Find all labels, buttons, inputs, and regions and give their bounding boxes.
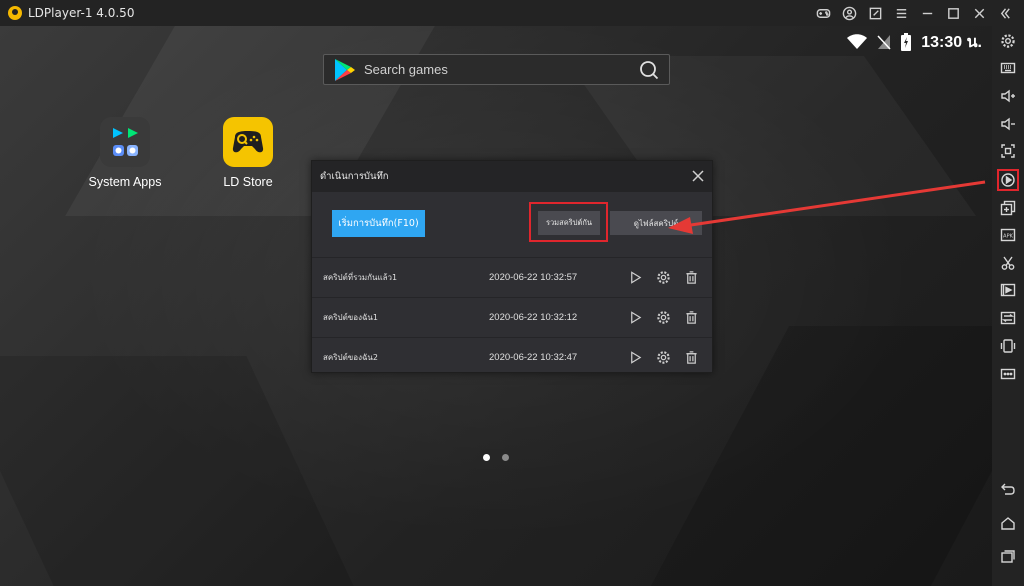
wifi-icon (847, 34, 868, 49)
close-icon[interactable] (966, 0, 992, 26)
back-icon[interactable] (997, 478, 1019, 500)
settings-icon[interactable] (997, 30, 1019, 52)
menu-icon[interactable] (888, 0, 914, 26)
volume-up-icon[interactable] (997, 85, 1019, 107)
ldplayer-logo-icon (8, 6, 22, 20)
status-clock: 13:30 น. (921, 33, 982, 51)
home-icon[interactable] (997, 512, 1019, 534)
merge-scripts-button[interactable]: รวมสคริปต์กัน (538, 211, 600, 235)
fullscreen-icon[interactable] (997, 140, 1019, 162)
trash-icon[interactable] (684, 350, 699, 365)
gear-icon[interactable] (656, 310, 671, 325)
gear-icon[interactable] (656, 350, 671, 365)
start-recording-button[interactable]: เริ่มการบันทึก(F10) (332, 210, 425, 237)
keyboard-icon[interactable] (997, 57, 1019, 79)
window-title: LDPlayer-1 4.0.50 (28, 6, 135, 20)
play-icon[interactable] (628, 310, 643, 325)
app-label: System Apps (88, 175, 162, 189)
more-icon[interactable] (997, 363, 1019, 385)
script-name: สคริปต์ที่รวมกันแล้ว1 (323, 273, 398, 282)
trash-icon[interactable] (684, 310, 699, 325)
minimize-icon[interactable] (914, 0, 940, 26)
volume-down-icon[interactable] (997, 113, 1019, 135)
dialog-title: ดำเนินการบันทึก (320, 171, 389, 182)
search-bar[interactable] (323, 54, 670, 85)
page-dot-active[interactable] (483, 454, 490, 461)
table-row[interactable]: สคริปต์ของฉัน1 2020-06-22 10:32:12 (312, 297, 712, 337)
account-icon[interactable] (836, 0, 862, 26)
gamepad-icon[interactable] (810, 0, 836, 26)
shake-icon[interactable] (997, 335, 1019, 357)
table-row[interactable]: สคริปต์ที่รวมกันแล้ว1 2020-06-22 10:32:5… (312, 257, 712, 297)
system-apps-folder-icon (100, 117, 150, 167)
window-controls (810, 0, 1018, 26)
right-toolbar: APK (992, 26, 1024, 586)
search-icon[interactable] (639, 60, 659, 80)
dialog-header: ดำเนินการบันทึก (312, 161, 712, 192)
close-icon[interactable] (690, 168, 706, 184)
battery-charging-icon (901, 33, 912, 51)
multi-instance-icon[interactable] (997, 197, 1019, 219)
sync-icon[interactable] (997, 307, 1019, 329)
apk-text: APK (1003, 234, 1014, 240)
macro-dialog: ดำเนินการบันทึก เริ่มการบันทึก(F10) รวมส… (311, 160, 713, 373)
gear-icon[interactable] (656, 270, 671, 285)
page-dot[interactable] (502, 454, 509, 461)
maximize-icon[interactable] (940, 0, 966, 26)
no-signal-icon (877, 35, 891, 50)
wallpaper-facet (0, 356, 354, 586)
script-name: สคริปต์ของฉัน2 (323, 353, 378, 362)
app-label: LD Store (223, 175, 273, 189)
play-icon[interactable] (628, 270, 643, 285)
table-row[interactable]: สคริปต์ของฉัน2 2020-06-22 10:32:47 (312, 337, 712, 377)
video-record-icon[interactable] (997, 279, 1019, 301)
google-play-icon (335, 58, 355, 81)
script-list: สคริปต์ที่รวมกันแล้ว1 2020-06-22 10:32:5… (312, 257, 712, 377)
script-date: 2020-06-22 10:32:57 (489, 272, 578, 283)
app-system-apps[interactable]: System Apps (80, 117, 170, 189)
play-icon[interactable] (628, 350, 643, 365)
recents-icon[interactable] (997, 545, 1019, 567)
apk-icon[interactable]: APK (997, 224, 1019, 246)
title-bar: LDPlayer-1 4.0.50 (0, 0, 1024, 26)
status-bar: 13:30 น. (847, 30, 982, 54)
script-date: 2020-06-22 10:32:12 (489, 312, 578, 323)
macro-record-icon[interactable] (997, 169, 1019, 191)
app-ld-store[interactable]: LD Store (203, 117, 293, 189)
dialog-toolbar: เริ่มการบันทึก(F10) รวมสคริปต์กัน ดูไฟล์… (312, 192, 712, 257)
script-date: 2020-06-22 10:32:47 (489, 352, 578, 363)
ld-store-icon (223, 117, 273, 167)
scissors-icon[interactable] (997, 252, 1019, 274)
search-input[interactable] (364, 62, 634, 77)
trash-icon[interactable] (684, 270, 699, 285)
share-icon[interactable] (862, 0, 888, 26)
collapse-icon[interactable] (992, 0, 1018, 26)
view-script-files-button[interactable]: ดูไฟล์สคริปต์ (610, 211, 702, 235)
script-name: สคริปต์ของฉัน1 (323, 313, 378, 322)
